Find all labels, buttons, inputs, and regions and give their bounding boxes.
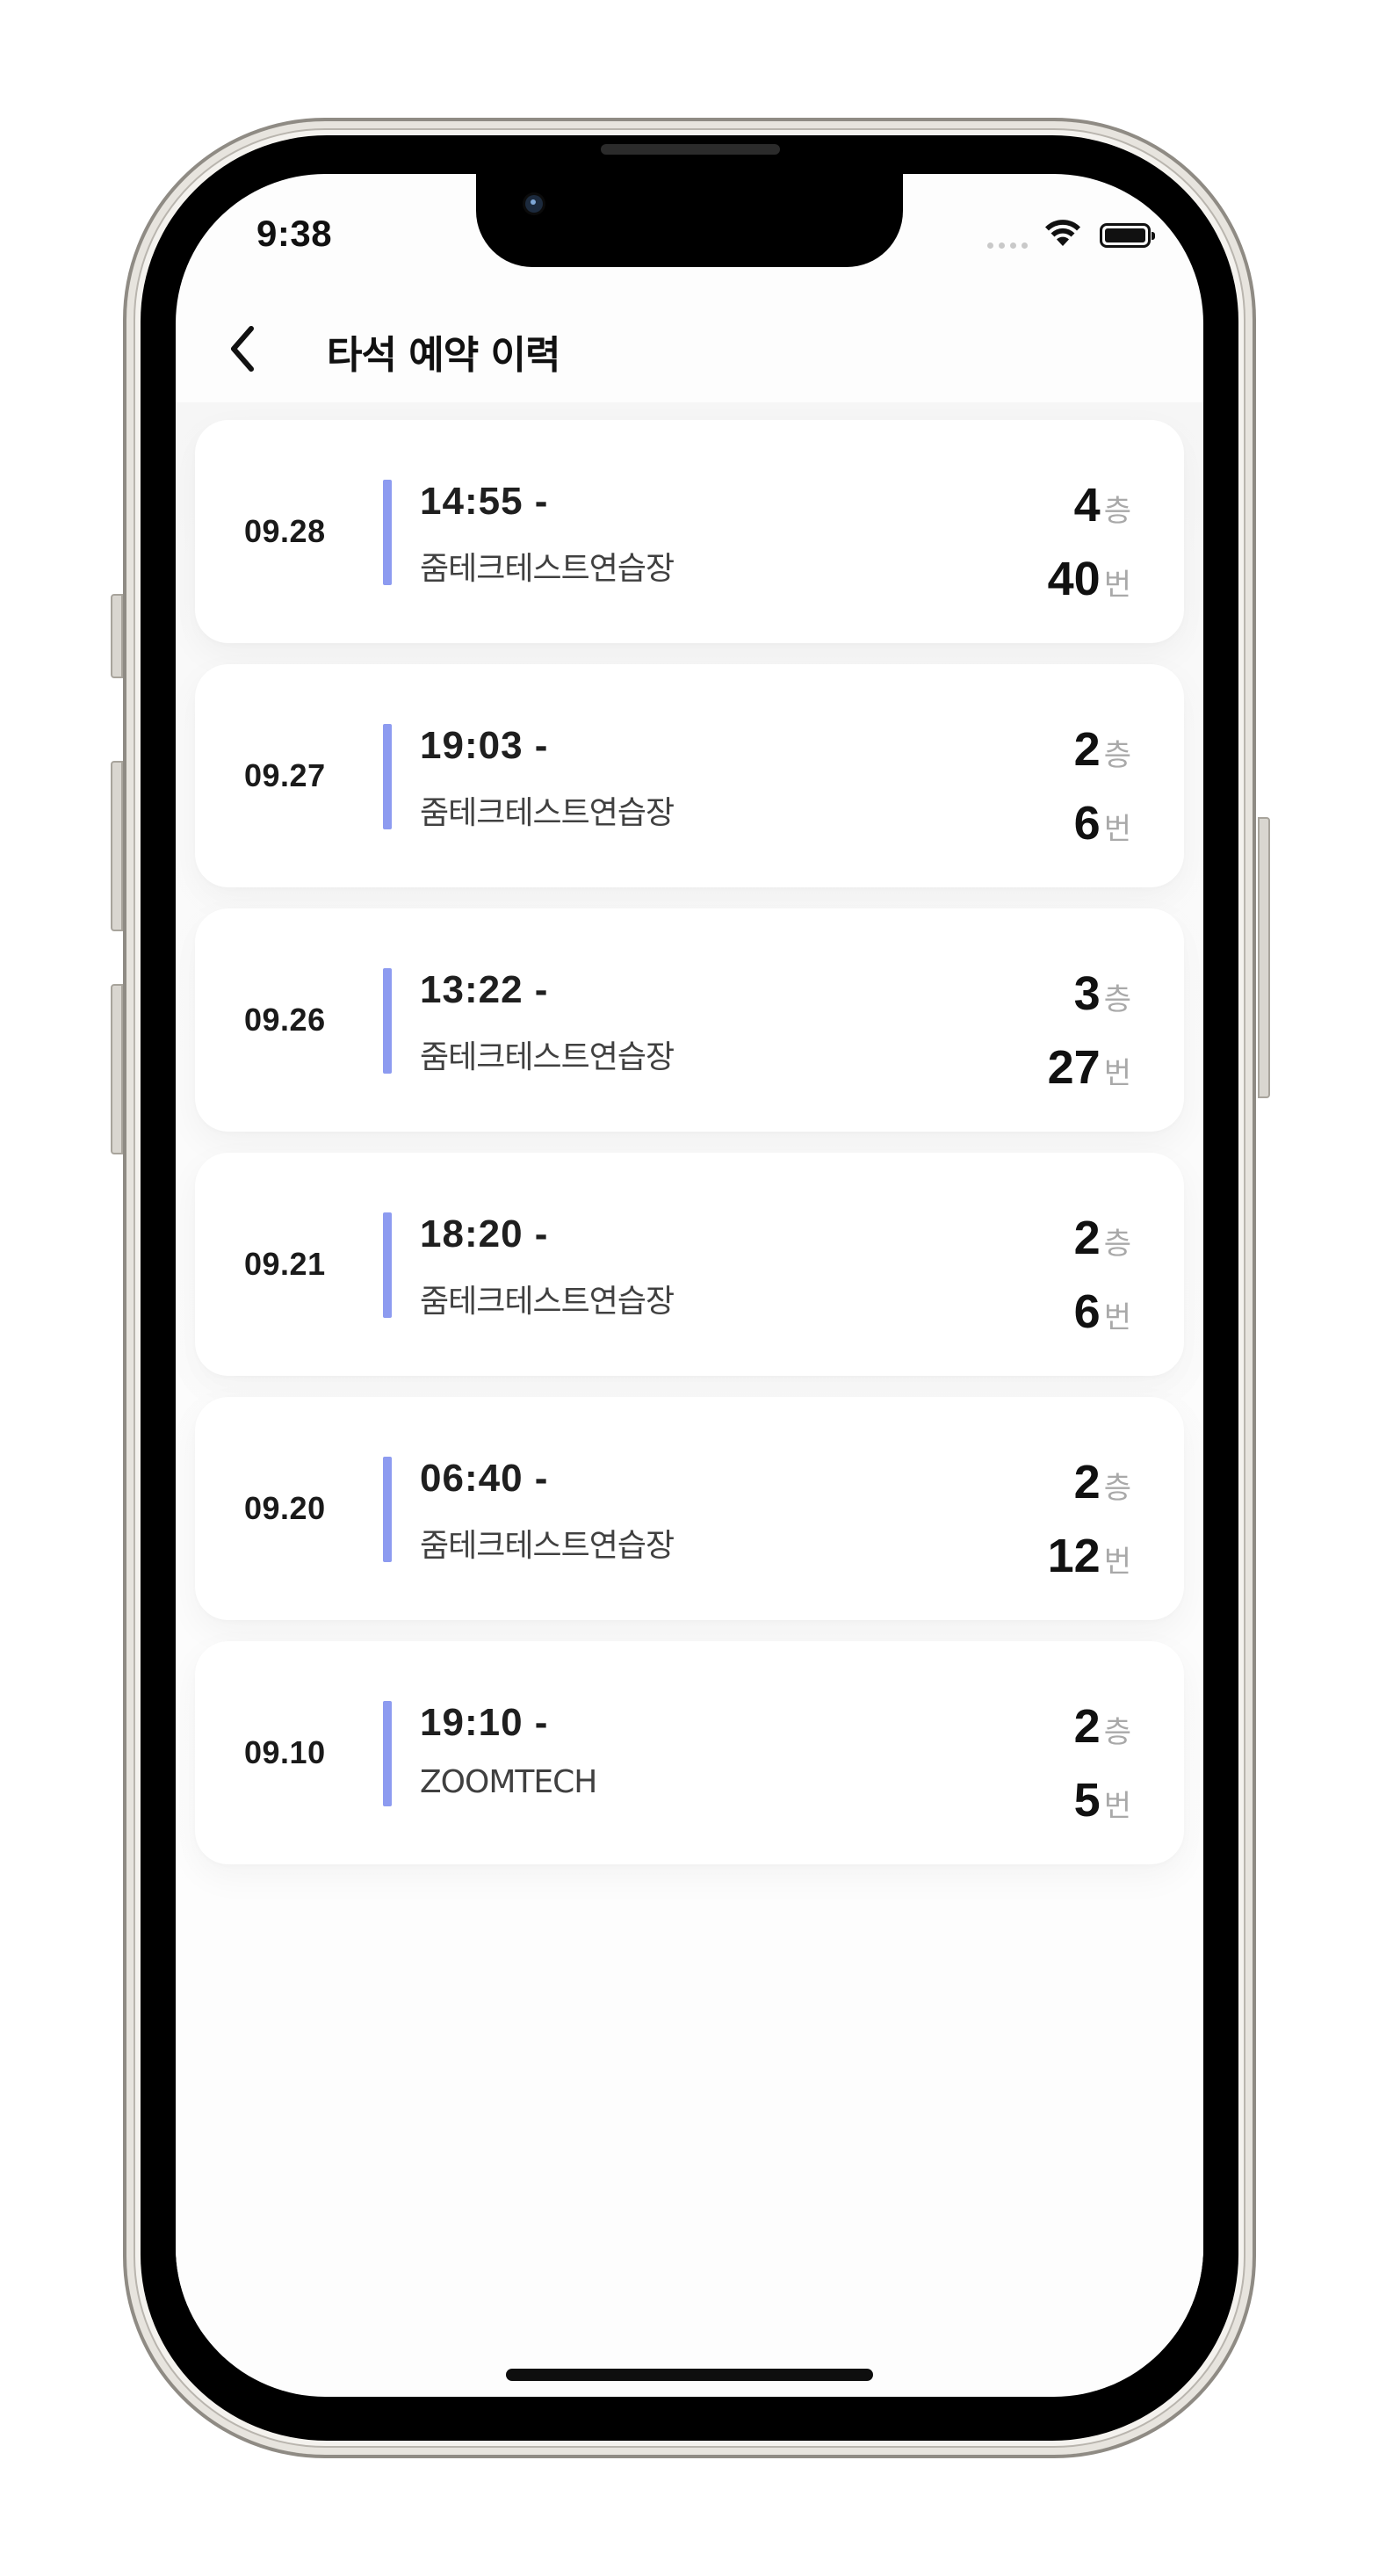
reservation-date: 09.21	[244, 1246, 326, 1282]
reservation-card[interactable]: 09.10 19:10 - ZOOMTECH 2층 5번	[195, 1641, 1184, 1864]
wifi-icon	[1045, 220, 1080, 246]
reservation-card[interactable]: 09.27 19:03 - 줌테크테스트연습장 2층 6번	[195, 664, 1184, 887]
accent-bar	[383, 1701, 392, 1806]
seat-number: 12	[1047, 1530, 1101, 1582]
seat-number: 27	[1047, 1041, 1101, 1094]
cellular-signal-icon	[987, 242, 1028, 249]
accent-bar	[383, 1457, 392, 1562]
reservation-date: 09.10	[244, 1734, 326, 1770]
screen: 9:38 타석 예약 이력 09.28 14:55 - 줌테크테스트연습장 4층…	[176, 174, 1203, 2397]
seat-number: 6	[1073, 797, 1101, 850]
seat-info: 2층 6번	[1074, 1207, 1131, 1355]
reservation-time: 14:55 -	[420, 480, 549, 523]
seat-info: 2층 5번	[1074, 1696, 1131, 1843]
seat-number: 5	[1073, 1774, 1101, 1827]
floor-number: 2	[1073, 723, 1101, 776]
accent-bar	[383, 1212, 392, 1318]
reservation-card[interactable]: 09.26 13:22 - 줌테크테스트연습장 3층 27 번	[195, 908, 1184, 1132]
accent-bar	[383, 968, 392, 1074]
seat-unit: 번	[1103, 812, 1131, 847]
seat-info: 2층 6번	[1074, 719, 1131, 866]
accent-bar	[383, 480, 392, 585]
speaker-grille	[601, 144, 780, 155]
front-camera-icon	[525, 195, 543, 213]
reservation-place: 줌테크테스트연습장	[420, 551, 675, 587]
reservation-time: 06:40 -	[420, 1457, 549, 1500]
seat-info: 3층 27 번	[1048, 963, 1131, 1111]
chevron-left-icon	[231, 326, 254, 372]
reservation-time: 13:22 -	[420, 968, 549, 1011]
seat-unit: 번	[1103, 1789, 1131, 1824]
floor-unit: 층	[1103, 494, 1131, 529]
reservation-date: 09.28	[244, 513, 326, 549]
seat-info: 2층 12 번	[1048, 1451, 1131, 1599]
volume-up-button	[111, 761, 123, 931]
reservation-place: 줌테크테스트연습장	[420, 795, 675, 831]
floor-number: 3	[1073, 967, 1101, 1020]
seat-unit: 번	[1103, 1300, 1131, 1335]
notch	[476, 174, 903, 267]
battery-icon	[1100, 223, 1155, 248]
floor-unit: 층	[1103, 1715, 1131, 1750]
floor-unit: 층	[1103, 982, 1131, 1017]
reservation-date: 09.26	[244, 1002, 326, 1038]
floor-number: 2	[1073, 1212, 1101, 1264]
back-button[interactable]	[221, 322, 267, 376]
reservation-time: 19:03 -	[420, 724, 549, 767]
reservation-place: 줌테크테스트연습장	[420, 1284, 675, 1320]
floor-number: 2	[1073, 1700, 1101, 1753]
seat-number: 40	[1047, 553, 1101, 605]
seat-info: 4층 40 번	[1048, 474, 1131, 622]
seat-unit: 번	[1103, 1056, 1131, 1091]
reservation-card[interactable]: 09.28 14:55 - 줌테크테스트연습장 4층 40 번	[195, 420, 1184, 643]
reservation-date: 09.27	[244, 757, 326, 793]
floor-unit: 층	[1103, 1471, 1131, 1506]
accent-bar	[383, 724, 392, 829]
floor-unit: 층	[1103, 1226, 1131, 1262]
power-button	[1258, 817, 1270, 1098]
silent-switch	[111, 594, 123, 678]
reservation-time: 18:20 -	[420, 1212, 549, 1255]
reservation-place: ZOOMTECH	[420, 1764, 597, 1800]
floor-unit: 층	[1103, 738, 1131, 773]
floor-number: 2	[1073, 1456, 1101, 1509]
reservation-list: 09.28 14:55 - 줌테크테스트연습장 4층 40 번 09.27 19:…	[195, 420, 1184, 1864]
reservation-place: 줌테크테스트연습장	[420, 1039, 675, 1075]
seat-number: 6	[1073, 1285, 1101, 1338]
reservation-card[interactable]: 09.20 06:40 - 줌테크테스트연습장 2층 12 번	[195, 1397, 1184, 1620]
home-indicator[interactable]	[506, 2369, 873, 2381]
status-time: 9:38	[256, 213, 333, 254]
floor-number: 4	[1073, 479, 1101, 532]
reservation-card[interactable]: 09.21 18:20 - 줌테크테스트연습장 2층 6번	[195, 1153, 1184, 1376]
seat-unit: 번	[1103, 568, 1131, 603]
seat-unit: 번	[1103, 1545, 1131, 1580]
page-title: 타석 예약 이력	[327, 333, 561, 378]
reservation-time: 19:10 -	[420, 1701, 549, 1744]
reservation-place: 줌테크테스트연습장	[420, 1528, 675, 1564]
reservation-date: 09.20	[244, 1490, 326, 1526]
volume-down-button	[111, 984, 123, 1154]
